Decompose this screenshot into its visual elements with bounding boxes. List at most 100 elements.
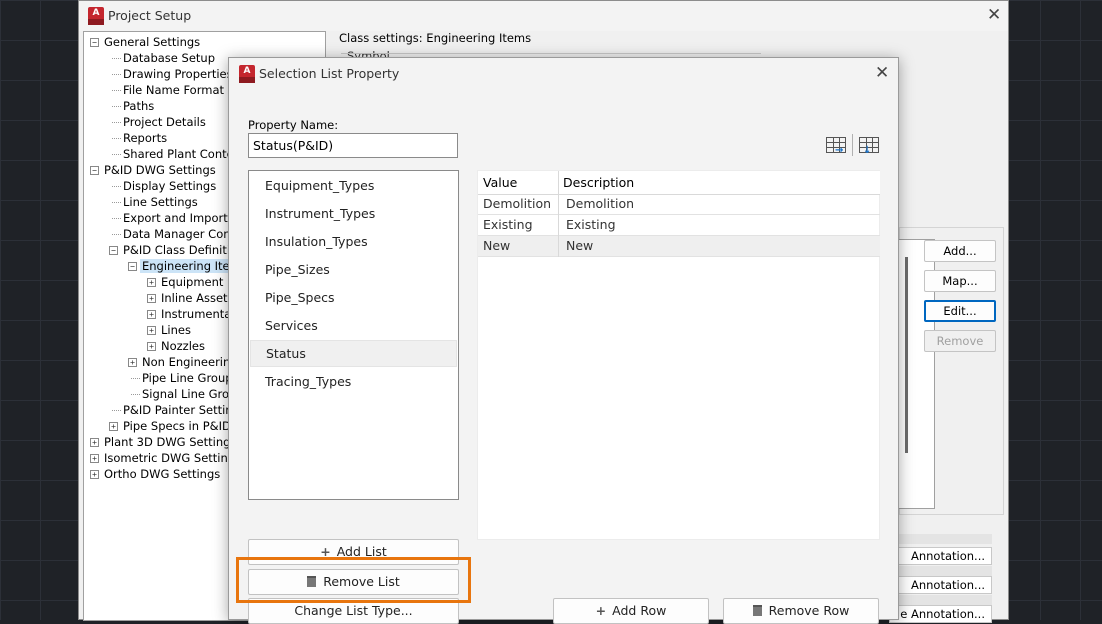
expand-icon[interactable]: + xyxy=(147,326,156,335)
tree-item-label: Display Settings xyxy=(123,179,217,193)
properties-scrollbar[interactable] xyxy=(905,257,908,453)
tree-item[interactable]: Line Settings xyxy=(123,194,198,210)
tree-item[interactable]: General Settings xyxy=(104,34,200,50)
values-grid[interactable]: Value Description Demolition Demolition Ex… xyxy=(477,170,880,540)
remove-button[interactable]: Remove xyxy=(924,330,996,352)
annotation-separator xyxy=(889,566,992,576)
tree-connector xyxy=(112,202,121,203)
tree-item[interactable]: Display Settings xyxy=(123,178,216,194)
tree-item-label: Database Setup xyxy=(123,51,215,65)
expand-icon[interactable]: + xyxy=(147,278,156,287)
tree-item[interactable]: Pipe Line Group xyxy=(142,370,233,386)
annotation-separator xyxy=(889,595,992,605)
dialog-titlebar: A Selection List Property ✕ xyxy=(229,58,898,88)
tree-item-label: Lines xyxy=(161,323,191,337)
tree-connector xyxy=(112,186,121,187)
description-column-header[interactable]: Description xyxy=(558,171,880,194)
selection-list-item[interactable]: Pipe_Specs xyxy=(250,284,457,311)
grid-row[interactable]: New New xyxy=(478,236,880,257)
expand-icon[interactable]: + xyxy=(147,310,156,319)
value-column-header[interactable]: Value xyxy=(478,171,558,194)
tree-item[interactable]: Nozzles xyxy=(161,338,205,354)
project-setup-titlebar: A Project Setup ✕ xyxy=(79,1,1008,31)
tree-item-label: Nozzles xyxy=(161,339,205,353)
tree-item[interactable]: Drawing Properties xyxy=(123,66,233,82)
annotation-button-2[interactable]: Annotation... xyxy=(889,576,992,594)
tree-item[interactable]: P&ID DWG Settings xyxy=(104,162,216,178)
autocad-app-icon: A xyxy=(88,7,104,25)
map-button[interactable]: Map... xyxy=(924,270,996,292)
tree-connector xyxy=(112,58,121,59)
add-row-button[interactable]: + Add Row xyxy=(553,598,709,624)
tree-item[interactable]: Inline Assets xyxy=(161,290,234,306)
tree-connector xyxy=(112,410,121,411)
selection-list-item[interactable]: Services xyxy=(250,312,457,339)
expand-icon[interactable]: + xyxy=(90,454,99,463)
export-arrow-icon: ↓ xyxy=(863,145,872,156)
tree-item[interactable]: Pipe Specs in P&ID xyxy=(123,418,231,434)
expand-icon[interactable]: + xyxy=(147,294,156,303)
tree-item-label: Pipe Specs in P&ID xyxy=(123,419,231,433)
tree-item[interactable]: File Name Format xyxy=(123,82,224,98)
selection-list-item[interactable]: Pipe_Sizes xyxy=(250,256,457,283)
tree-item-label: Project Details xyxy=(123,115,206,129)
expand-icon[interactable]: + xyxy=(147,342,156,351)
annotation-button-3[interactable]: e Annotation... xyxy=(889,605,992,623)
edit-button[interactable]: Edit... xyxy=(924,300,996,322)
tree-item-label: Paths xyxy=(123,99,155,113)
expand-icon[interactable]: + xyxy=(128,358,137,367)
tree-item[interactable]: Paths xyxy=(123,98,154,114)
tree-connector xyxy=(112,74,121,75)
add-button[interactable]: Add... xyxy=(924,240,996,262)
toolbar-divider xyxy=(852,134,853,156)
selection-list-item[interactable]: Instrument_Types xyxy=(250,200,457,227)
annotation-button-1[interactable]: Annotation... xyxy=(889,547,992,565)
selection-list-item[interactable]: Tracing_Types xyxy=(250,368,457,395)
tree-item[interactable]: Ortho DWG Settings xyxy=(104,466,220,482)
selection-list-item[interactable]: Equipment_Types xyxy=(250,172,457,199)
tree-connector xyxy=(112,138,121,139)
dialog-title: Selection List Property xyxy=(259,66,400,81)
tree-item[interactable]: Project Details xyxy=(123,114,206,130)
selection-list-item[interactable]: Status xyxy=(250,340,457,367)
description-cell[interactable]: Demolition xyxy=(561,194,880,214)
close-icon[interactable]: ✕ xyxy=(987,5,1001,25)
property-name-input[interactable]: Status(P&ID) xyxy=(248,133,458,158)
tree-item-label: Line Settings xyxy=(123,195,198,209)
value-cell[interactable]: Demolition xyxy=(478,194,558,214)
expand-icon[interactable]: + xyxy=(90,470,99,479)
collapse-icon[interactable]: − xyxy=(128,262,137,271)
grid-row[interactable]: Existing Existing xyxy=(478,215,880,236)
annotation-separator xyxy=(889,534,992,544)
tree-item[interactable]: Reports xyxy=(123,130,167,146)
expand-icon[interactable]: + xyxy=(109,422,118,431)
selection-list-item[interactable]: Insulation_Types xyxy=(250,228,457,255)
tree-item-label: Isometric DWG Settings xyxy=(104,451,242,465)
dialog-close-icon[interactable]: ✕ xyxy=(875,63,889,83)
value-cell[interactable]: New xyxy=(478,236,558,256)
expand-icon[interactable]: + xyxy=(90,438,99,447)
tree-item[interactable]: Plant 3D DWG Settings xyxy=(104,434,236,450)
autocad-app-icon: A xyxy=(239,65,255,83)
window-title: Project Setup xyxy=(108,8,192,23)
tree-item[interactable]: Equipment xyxy=(161,274,223,290)
tree-connector xyxy=(112,90,121,91)
collapse-icon[interactable]: − xyxy=(109,246,118,255)
tree-item-label: Ortho DWG Settings xyxy=(104,467,221,481)
value-cell[interactable]: Existing xyxy=(478,215,558,235)
grid-row[interactable]: Demolition Demolition xyxy=(478,194,880,215)
collapse-icon[interactable]: − xyxy=(90,166,99,175)
dialog-body: Property Name: Status(P&ID) → ↓ Equipmen… xyxy=(229,88,898,624)
remove-row-button[interactable]: Remove Row xyxy=(723,598,879,624)
tree-item[interactable]: Lines xyxy=(161,322,191,338)
tree-item-label: General Settings xyxy=(104,35,201,49)
tree-item[interactable]: Database Setup xyxy=(123,50,215,66)
collapse-icon[interactable]: − xyxy=(90,38,99,47)
selection-lists[interactable]: Equipment_Types Instrument_Types Insulatio… xyxy=(248,170,459,500)
description-cell[interactable]: New xyxy=(561,236,880,256)
tree-connector xyxy=(112,154,121,155)
tree-connector xyxy=(112,218,121,219)
description-cell[interactable]: Existing xyxy=(561,215,880,235)
tree-item[interactable]: Isometric DWG Settings xyxy=(104,450,241,466)
tree-item-label: Pipe Line Group xyxy=(142,371,233,385)
